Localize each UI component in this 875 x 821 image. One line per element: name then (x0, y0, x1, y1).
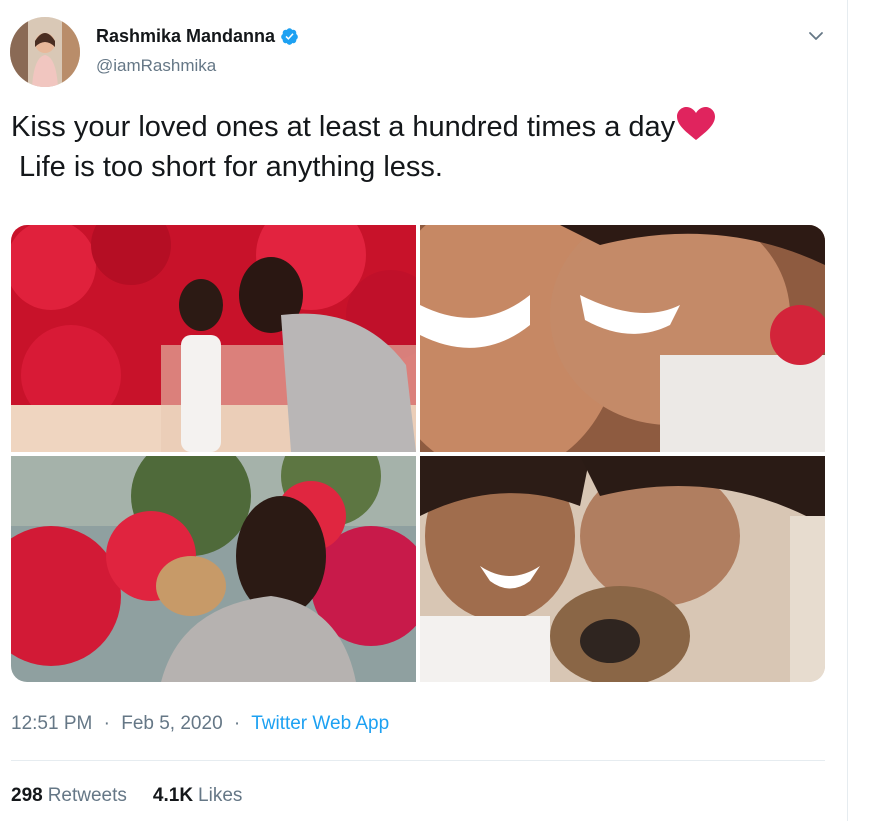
photo-puppy-family[interactable] (420, 456, 825, 682)
tweet-text-line-1-content: Kiss your loved ones at least a hundred … (11, 111, 676, 143)
photo-girls-flowers[interactable] (11, 225, 416, 452)
likes-count: 4.1K (152, 785, 194, 806)
likes-stat[interactable]: 4.1K Likes (153, 785, 243, 807)
red-heart-emoji (676, 106, 716, 142)
tweet-text: Kiss your loved ones at least a hundred … (11, 106, 831, 187)
tweet-card: Rashmika Mandanna @iamRashmika Kiss your… (0, 0, 848, 821)
retweets-count: 298 (11, 785, 43, 806)
display-name[interactable]: Rashmika Mandanna (96, 26, 275, 47)
retweets-stat[interactable]: 298 Retweets (11, 785, 127, 807)
meta-separator: · (233, 713, 241, 734)
avatar-image (10, 17, 80, 87)
photo-puppy-flowers[interactable] (11, 456, 416, 682)
divider (11, 760, 825, 761)
tweet-text-line-2: Life is too short for anything less. (19, 151, 443, 183)
tweet-metadata: 12:51 PM · Feb 5, 2020 · Twitter Web App (11, 713, 389, 735)
tweet-time[interactable]: 12:51 PM (11, 713, 92, 734)
tweet-text-line-1: Kiss your loved ones at least a hundred … (11, 106, 831, 147)
retweets-label: Retweets (47, 785, 127, 806)
photo-smiling-faces[interactable] (420, 225, 825, 452)
media-grid (11, 225, 825, 682)
tweet-stats: 298 Retweets 4.1K Likes (11, 785, 268, 807)
chevron-down-icon[interactable] (806, 26, 826, 46)
meta-separator: · (103, 713, 110, 734)
tweet-source-link[interactable]: Twitter Web App (251, 713, 389, 734)
likes-label: Likes (198, 785, 243, 806)
user-name-row[interactable]: Rashmika Mandanna (96, 26, 299, 47)
user-handle[interactable]: @iamRashmika (96, 56, 216, 76)
tweet-date[interactable]: Feb 5, 2020 (121, 713, 222, 734)
profile-avatar[interactable] (10, 17, 80, 87)
verified-badge-icon (280, 27, 299, 46)
